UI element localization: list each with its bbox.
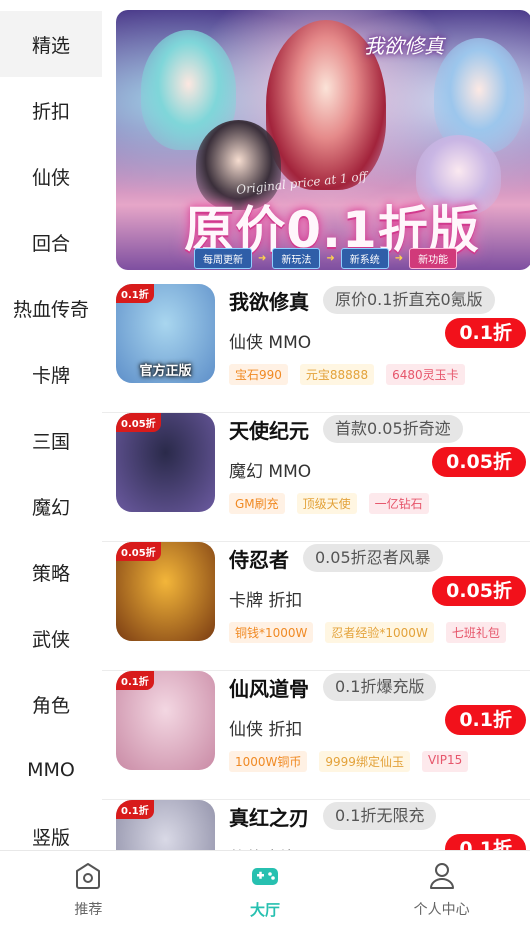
perk-tag: 1000W铜币 [229, 751, 308, 772]
promo-banner[interactable]: 我欲修真 Original price at 1 off 原价0.1折版 每周更… [116, 10, 530, 270]
sidebar-item-wuxia[interactable]: 武侠 [0, 605, 102, 671]
game-perk-tags: 宝石990 元宝88888 6480灵玉卡 [229, 364, 465, 385]
sidebar-item-fantasy[interactable]: 魔幻 [0, 473, 102, 539]
sidebar-item-discount[interactable]: 折扣 [0, 77, 102, 143]
game-perk-tags: 1000W铜币 9999绑定仙玉 VIP15 [229, 751, 469, 772]
game-promo-pill: 原价0.1折直充0氪版 [323, 286, 495, 314]
discount-badge[interactable]: 0.1折 [445, 834, 526, 850]
game-title: 天使纪元 [229, 419, 309, 443]
perk-tag: 元宝88888 [299, 364, 375, 385]
sidebar-item-strategy[interactable]: 策略 [0, 539, 102, 605]
game-title: 我欲修真 [229, 290, 309, 314]
arrow-right-icon: ➜ [258, 253, 267, 264]
home-icon [76, 863, 101, 889]
user-icon [429, 863, 454, 889]
nav-tab-lobby[interactable]: 大厅 [177, 851, 354, 926]
perk-tag: 一亿钻石 [368, 493, 429, 514]
game-promo-pill: 0.05折忍者风暴 [303, 544, 443, 572]
game-title: 仙风道骨 [229, 677, 309, 701]
icon-discount-badge: 0.1折 [116, 800, 154, 819]
sidebar-item-featured[interactable]: 精选 [0, 11, 102, 77]
perk-tag: 忍者经验*1000W [325, 622, 434, 643]
game-perk-tags: 铜钱*1000W 忍者经验*1000W 七班礼包 [229, 622, 506, 643]
perk-tag: 宝石990 [229, 364, 288, 385]
game-icon[interactable]: 0.05折 [116, 413, 215, 512]
banner-pill: 新功能 [409, 248, 458, 269]
sidebar-item-xianxia[interactable]: 仙侠 [0, 143, 102, 209]
main-content: 我欲修真 Original price at 1 off 原价0.1折版 每周更… [102, 0, 530, 850]
nav-label: 个人中心 [413, 902, 470, 918]
icon-discount-badge: 0.1折 [116, 671, 154, 690]
banner-pill: 新玩法 [272, 248, 321, 269]
perk-tag: 七班礼包 [445, 622, 506, 643]
game-perk-tags: GM刷充 顶级天使 一亿钻石 [229, 493, 429, 514]
gamepad-icon [252, 868, 278, 885]
sidebar-item-mmo[interactable]: MMO [0, 737, 102, 803]
arrow-right-icon: ➜ [326, 253, 335, 264]
sidebar-item-rpg[interactable]: 角色 [0, 671, 102, 737]
perk-tag: 顶级天使 [296, 493, 357, 514]
discount-badge[interactable]: 0.1折 [445, 318, 526, 348]
nav-label: 大厅 [250, 901, 281, 919]
game-icon[interactable]: 0.1折官方正版 [116, 284, 215, 383]
sidebar-item-legend[interactable]: 热血传奇 [0, 275, 102, 341]
game-title: 侍忍者 [229, 548, 289, 572]
game-icon[interactable]: 0.1折 [116, 800, 215, 850]
game-icon[interactable]: 0.1折 [116, 671, 215, 770]
discount-badge[interactable]: 0.05折 [432, 576, 526, 606]
banner-pill: 每周更新 [194, 248, 252, 269]
discount-badge[interactable]: 0.05折 [432, 447, 526, 477]
nav-label: 推荐 [74, 902, 103, 918]
banner-feature-pills: 每周更新 ➜ 新玩法 ➜ 新系统 ➜ 新功能 [194, 248, 458, 269]
sidebar-item-turn-based[interactable]: 回合 [0, 209, 102, 275]
game-list-item[interactable]: 0.1折 仙风道骨 0.1折爆充版 仙侠 折扣 0.1折 1000W铜币 9999绑定仙玉 V… [102, 671, 530, 800]
game-promo-pill: 0.1折无限充 [323, 802, 437, 830]
game-promo-pill: 0.1折爆充版 [323, 673, 437, 701]
sidebar-item-vertical[interactable]: 竖版 [0, 803, 102, 850]
game-list: 0.1折 官方正版 我欲修真 原价0.1折直充0氪版 仙侠 MMO 0.1折 宝石990 元宝… [102, 284, 530, 850]
game-title: 真红之刃 [229, 806, 309, 830]
game-list-item[interactable]: 0.1折真红之刃0.1折无限充仙侠 折扣0.1折 [102, 800, 530, 850]
game-category: 仙侠 MMO [229, 333, 312, 353]
perk-tag: GM刷充 [229, 493, 285, 514]
sidebar-item-card[interactable]: 卡牌 [0, 341, 102, 407]
perk-tag: 9999绑定仙玉 [319, 751, 410, 772]
discount-badge[interactable]: 0.1折 [445, 705, 526, 735]
icon-discount-badge: 0.05折 [116, 413, 161, 432]
perk-tag: 铜钱*1000W [229, 622, 314, 643]
game-category: 卡牌 折扣 [229, 591, 303, 611]
banner-game-logo: 我欲修真 [364, 34, 444, 58]
game-list-item[interactable]: 0.05折 天使纪元 首款0.05折奇迹 魔幻 MMO 0.05折 GM刷充 顶级天使 一亿钻… [102, 413, 530, 542]
perk-tag: VIP15 [421, 751, 469, 772]
nav-tab-recommend[interactable]: 推荐 [0, 851, 177, 926]
game-icon[interactable]: 0.05折 [116, 542, 215, 641]
bottom-navigation: 推荐 大厅 个人中心 [0, 850, 530, 926]
icon-caption: 官方正版 [139, 364, 192, 379]
nav-tab-profile[interactable]: 个人中心 [353, 851, 530, 926]
banner-pill: 新系统 [340, 248, 389, 269]
game-list-item[interactable]: 0.1折 官方正版 我欲修真 原价0.1折直充0氪版 仙侠 MMO 0.1折 宝石990 元宝… [102, 284, 530, 413]
icon-discount-badge: 0.05折 [116, 542, 161, 561]
perk-tag: 6480灵玉卡 [386, 364, 465, 385]
game-promo-pill: 首款0.05折奇迹 [323, 415, 463, 443]
sidebar-item-three-kingdoms[interactable]: 三国 [0, 407, 102, 473]
game-category: 魔幻 MMO [229, 462, 312, 482]
game-list-item[interactable]: 0.05折 侍忍者 0.05折忍者风暴 卡牌 折扣 0.05折铜钱*1000W 忍者经验*… [102, 542, 530, 671]
icon-discount-badge: 0.1折 [116, 284, 154, 303]
game-category: 仙侠 折扣 [229, 720, 303, 740]
arrow-right-icon: ➜ [394, 253, 404, 264]
category-sidebar: 精选 折扣 仙侠 回合 热血传奇 卡牌 三国 魔幻 策略 武侠 角色 MMO 竖… [0, 0, 102, 850]
